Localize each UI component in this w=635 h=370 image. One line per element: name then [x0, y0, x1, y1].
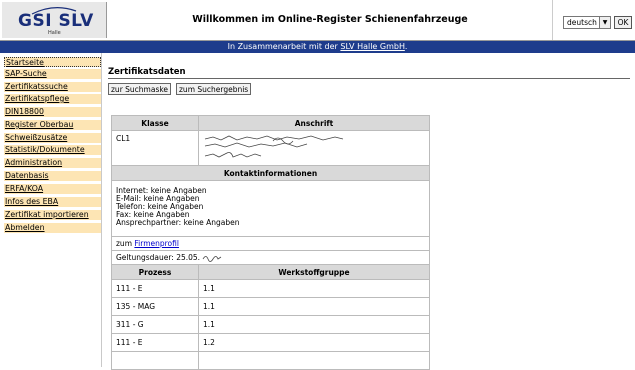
contact-header-row: Kontaktinformationen: [111, 165, 430, 181]
sidebar-item-zertifikatspflege[interactable]: Zertifikatspflege: [4, 94, 101, 105]
validity-cell: Geltungsdauer: 25.05.: [111, 250, 430, 265]
col-material-header: Werkstoffgruppe: [198, 264, 430, 280]
sidebar-item-register-oberbau[interactable]: Register Oberbau: [4, 120, 101, 131]
contact-cell: Internet: keine Angaben E-Mail: keine An…: [111, 180, 430, 237]
class-cell: CL1: [111, 130, 199, 166]
sidebar-item-schweisszusaetze[interactable]: Schweißzusätze: [4, 133, 101, 144]
logo-text: GSI SLV: [18, 11, 94, 31]
sidebar-item-label: Abmelden: [5, 223, 45, 232]
certificate-table-wrapper: Klasse Anschrift CL1 Kontaktinformatione…: [111, 115, 430, 370]
table-row: 111 - E 1.1: [111, 279, 430, 298]
table-row: 135 - MAG 1.1: [111, 297, 430, 316]
sidebar-item-label: Zertifikatssuche: [5, 82, 68, 91]
sidebar-item-datenbasis[interactable]: Datenbasis: [4, 171, 101, 182]
banner-text: In Zusammenarbeit mit der: [227, 42, 341, 51]
sidebar-item-zertifikatssuche[interactable]: Zertifikatssuche: [4, 82, 101, 93]
contact-person: Ansprechpartner: keine Angaben: [116, 218, 240, 227]
search-result-button[interactable]: zum Suchergebnis: [176, 83, 252, 95]
sidebar-item-label: DIN18800: [5, 107, 44, 116]
sidebar-item-label: SAP-Suche: [5, 69, 47, 78]
validity-row: Geltungsdauer: 25.05.: [111, 250, 430, 265]
page-title: Willkommen im Online-Register Schienenfa…: [108, 0, 552, 40]
redacted-year-scribble: [203, 256, 222, 263]
gsi-slv-logo[interactable]: GSI SLV Halle: [2, 2, 107, 38]
language-select-value: deutsch: [567, 18, 597, 27]
material-cell: 1.1: [198, 279, 430, 298]
sidebar-item-startseite[interactable]: Startseite: [4, 57, 101, 67]
section-divider: [108, 78, 630, 79]
sidebar-item-label: Zertifikatspflege: [5, 94, 70, 103]
main-content: Zertifikatsdaten zur Suchmaske zum Suche…: [108, 53, 635, 370]
sidebar-item-abmelden[interactable]: Abmelden: [4, 223, 101, 234]
sidebar-item-zertifikat-importieren[interactable]: Zertifikat importieren: [4, 210, 101, 221]
ok-button[interactable]: OK: [614, 16, 632, 29]
header: GSI SLV Halle Willkommen im Online-Regis…: [0, 0, 635, 41]
contact-header: Kontaktinformationen: [111, 165, 430, 181]
certificate-table: Klasse Anschrift CL1 Kontaktinformatione…: [111, 115, 430, 370]
sidebar-nav: Startseite SAP-Suche Zertifikatssuche Ze…: [0, 53, 102, 367]
logo-subtext: Halle: [48, 30, 61, 36]
banner-suffix: .: [404, 42, 408, 51]
redacted-address-scribble: [204, 135, 344, 158]
company-profile-link[interactable]: Firmenprofil: [134, 239, 179, 248]
sidebar-item-label: Startseite: [6, 58, 44, 67]
partner-banner: In Zusammenarbeit mit der SLV Halle GmbH…: [0, 41, 635, 53]
sidebar-item-label: Schweißzusätze: [5, 133, 68, 142]
process-cell: 111 - E: [111, 333, 199, 352]
sidebar-item-administration[interactable]: Administration: [4, 158, 101, 169]
table-header-row: Klasse Anschrift: [111, 115, 430, 131]
table-row: CL1: [111, 130, 430, 166]
address-cell: [198, 130, 430, 166]
sidebar-item-label: Statistik/Dokumente: [5, 145, 85, 154]
col-class-header: Klasse: [111, 115, 199, 131]
validity-text: Geltungsdauer: 25.05.: [116, 252, 201, 262]
sidebar-item-label: Infos des EBA: [5, 197, 59, 206]
sidebar-item-din18800[interactable]: DIN18800: [4, 107, 101, 118]
sidebar-item-label: Administration: [5, 158, 63, 167]
sidebar-item-erfa-koa[interactable]: ERFA/KOA: [4, 184, 101, 195]
profile-cell: zum Firmenprofil: [111, 236, 430, 251]
process-header-row: Prozess Werkstoffgruppe: [111, 264, 430, 280]
process-cell: 111 - E: [111, 279, 199, 298]
slv-halle-link[interactable]: SLV Halle GmbH: [340, 42, 404, 51]
col-address-header: Anschrift: [198, 115, 430, 131]
sidebar-item-infos-eba[interactable]: Infos des EBA: [4, 197, 101, 208]
search-mask-button[interactable]: zur Suchmaske: [108, 83, 172, 95]
col-process-header: Prozess: [111, 264, 199, 280]
sidebar-item-label: Datenbasis: [5, 171, 49, 180]
material-cell: 1.2: [198, 333, 430, 352]
material-cell: 1.1: [198, 297, 430, 316]
chevron-down-icon: ▼: [599, 17, 610, 28]
language-select[interactable]: deutsch ▼: [563, 16, 611, 29]
sidebar-item-label: ERFA/KOA: [5, 184, 44, 193]
table-row: 311 - G 1.1: [111, 315, 430, 334]
profile-row: zum Firmenprofil: [111, 236, 430, 251]
profile-prefix: zum: [116, 239, 135, 248]
sidebar-item-statistik[interactable]: Statistik/Dokumente: [4, 145, 101, 156]
sidebar-item-label: Zertifikat importieren: [5, 210, 89, 219]
sidebar-item-label: Register Oberbau: [5, 120, 74, 129]
process-cell: 135 - MAG: [111, 297, 199, 316]
table-row: 111 - E 1.2: [111, 333, 430, 352]
material-cell: 1.1: [198, 315, 430, 334]
contact-row: Internet: keine Angaben E-Mail: keine An…: [111, 180, 430, 237]
process-cell: 311 - G: [111, 315, 199, 334]
section-title: Zertifikatsdaten: [108, 67, 186, 77]
sidebar-item-sap-suche[interactable]: SAP-Suche: [4, 69, 101, 80]
